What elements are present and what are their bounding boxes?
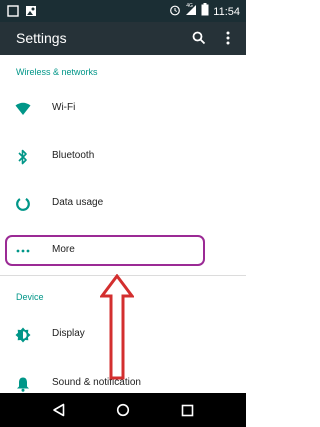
app-bar: Settings (0, 22, 246, 55)
battery-icon (201, 3, 209, 21)
bell-icon (14, 375, 32, 393)
highlight-box (5, 235, 205, 266)
image-icon (25, 4, 37, 22)
arrow-up-annotation (100, 274, 134, 380)
settings-item-wifi[interactable]: Wi-Fi (0, 90, 246, 130)
settings-item-label: Bluetooth (52, 150, 95, 161)
settings-list: Wireless & networks Wi-Fi Bluetooth Data… (0, 55, 246, 393)
data-usage-icon (14, 195, 32, 213)
settings-item-label: Display (52, 328, 85, 339)
settings-item-label: Data usage (52, 197, 104, 208)
page-title: Settings (16, 30, 67, 46)
settings-item-label: Wi-Fi (52, 102, 76, 113)
search-icon[interactable] (189, 28, 209, 48)
home-icon[interactable] (113, 400, 133, 420)
settings-item-bluetooth[interactable]: Bluetooth (0, 138, 246, 178)
network-label: 4G (186, 3, 193, 9)
wifi-icon (14, 100, 32, 118)
recents-icon[interactable] (177, 400, 197, 420)
section-header-device: Device (16, 292, 44, 302)
settings-item-data-usage[interactable]: Data usage (0, 185, 246, 225)
status-bar: 4G 11:54 (0, 0, 246, 22)
bluetooth-icon (14, 148, 32, 166)
signal-icon: 4G (185, 3, 197, 21)
display-icon (14, 326, 32, 344)
navigation-bar (0, 393, 246, 427)
alarm-icon (169, 3, 181, 21)
back-icon[interactable] (49, 400, 69, 420)
status-time: 11:54 (213, 6, 240, 18)
section-header-wireless: Wireless & networks (16, 67, 98, 77)
more-vert-icon[interactable] (218, 28, 238, 48)
notification-icon (7, 4, 19, 22)
